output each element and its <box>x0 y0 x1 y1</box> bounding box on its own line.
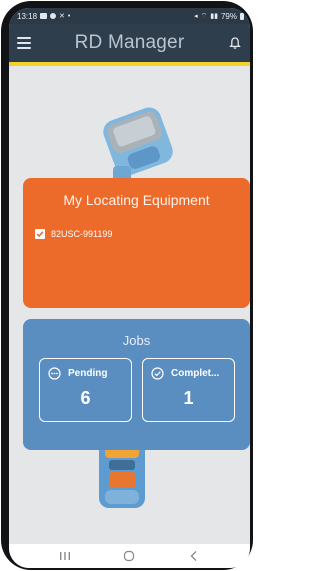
back-icon[interactable] <box>185 549 203 563</box>
recents-icon[interactable] <box>56 549 74 563</box>
bell-icon[interactable] <box>228 36 242 50</box>
check-circle-icon <box>151 367 164 380</box>
phone-frame: 13:18 ✕ • ◂ ⌔ ▮▮ 79% RD Manager My Locat… <box>1 1 253 570</box>
app-notification-icon <box>50 13 57 19</box>
jobs-card-title: Jobs <box>122 333 151 348</box>
wifi-icon: ⌔ <box>200 12 208 20</box>
equipment-card-title: My Locating Equipment <box>63 192 210 208</box>
check-icon <box>36 231 44 238</box>
app-title: RD Manager <box>74 32 185 53</box>
home-icon[interactable] <box>120 549 138 563</box>
pending-count: 6 <box>80 388 91 408</box>
mute-icon: ◂ <box>194 13 198 20</box>
equipment-checkbox[interactable] <box>35 229 45 239</box>
battery-percent: 79% <box>220 11 237 21</box>
equipment-card: My Locating Equipment 82USC-991199 <box>23 178 250 308</box>
completed-label: Complet... <box>171 368 220 379</box>
gallery-notification-icon <box>40 13 48 19</box>
system-nav-bar <box>9 544 250 568</box>
equipment-label: 82USC-991199 <box>51 229 113 239</box>
pending-label: Pending <box>68 368 108 379</box>
completed-count: 1 <box>183 388 194 408</box>
signal-notification-icon: ✕ <box>59 13 65 20</box>
main-content: My Locating Equipment 82USC-991199 Jobs <box>9 66 250 544</box>
more-notifications-icon: • <box>67 12 71 20</box>
status-time: 13:18 <box>17 11 38 21</box>
jobs-card: Jobs Pending 6 Complet... 1 <box>23 319 250 450</box>
completed-jobs-tile[interactable]: Complet... 1 <box>142 358 235 422</box>
battery-icon <box>240 12 244 20</box>
ellipsis-circle-icon <box>48 367 61 380</box>
equipment-list-item[interactable]: 82USC-991199 <box>35 229 112 239</box>
hamburger-menu-icon[interactable] <box>17 37 31 49</box>
cell-signal-icon: ▮▮ <box>210 13 218 20</box>
pending-jobs-tile[interactable]: Pending 6 <box>39 358 132 422</box>
status-bar: 13:18 ✕ • ◂ ⌔ ▮▮ 79% <box>9 8 250 24</box>
app-bar: RD Manager <box>9 24 250 66</box>
screen: 13:18 ✕ • ◂ ⌔ ▮▮ 79% RD Manager My Locat… <box>9 8 250 568</box>
